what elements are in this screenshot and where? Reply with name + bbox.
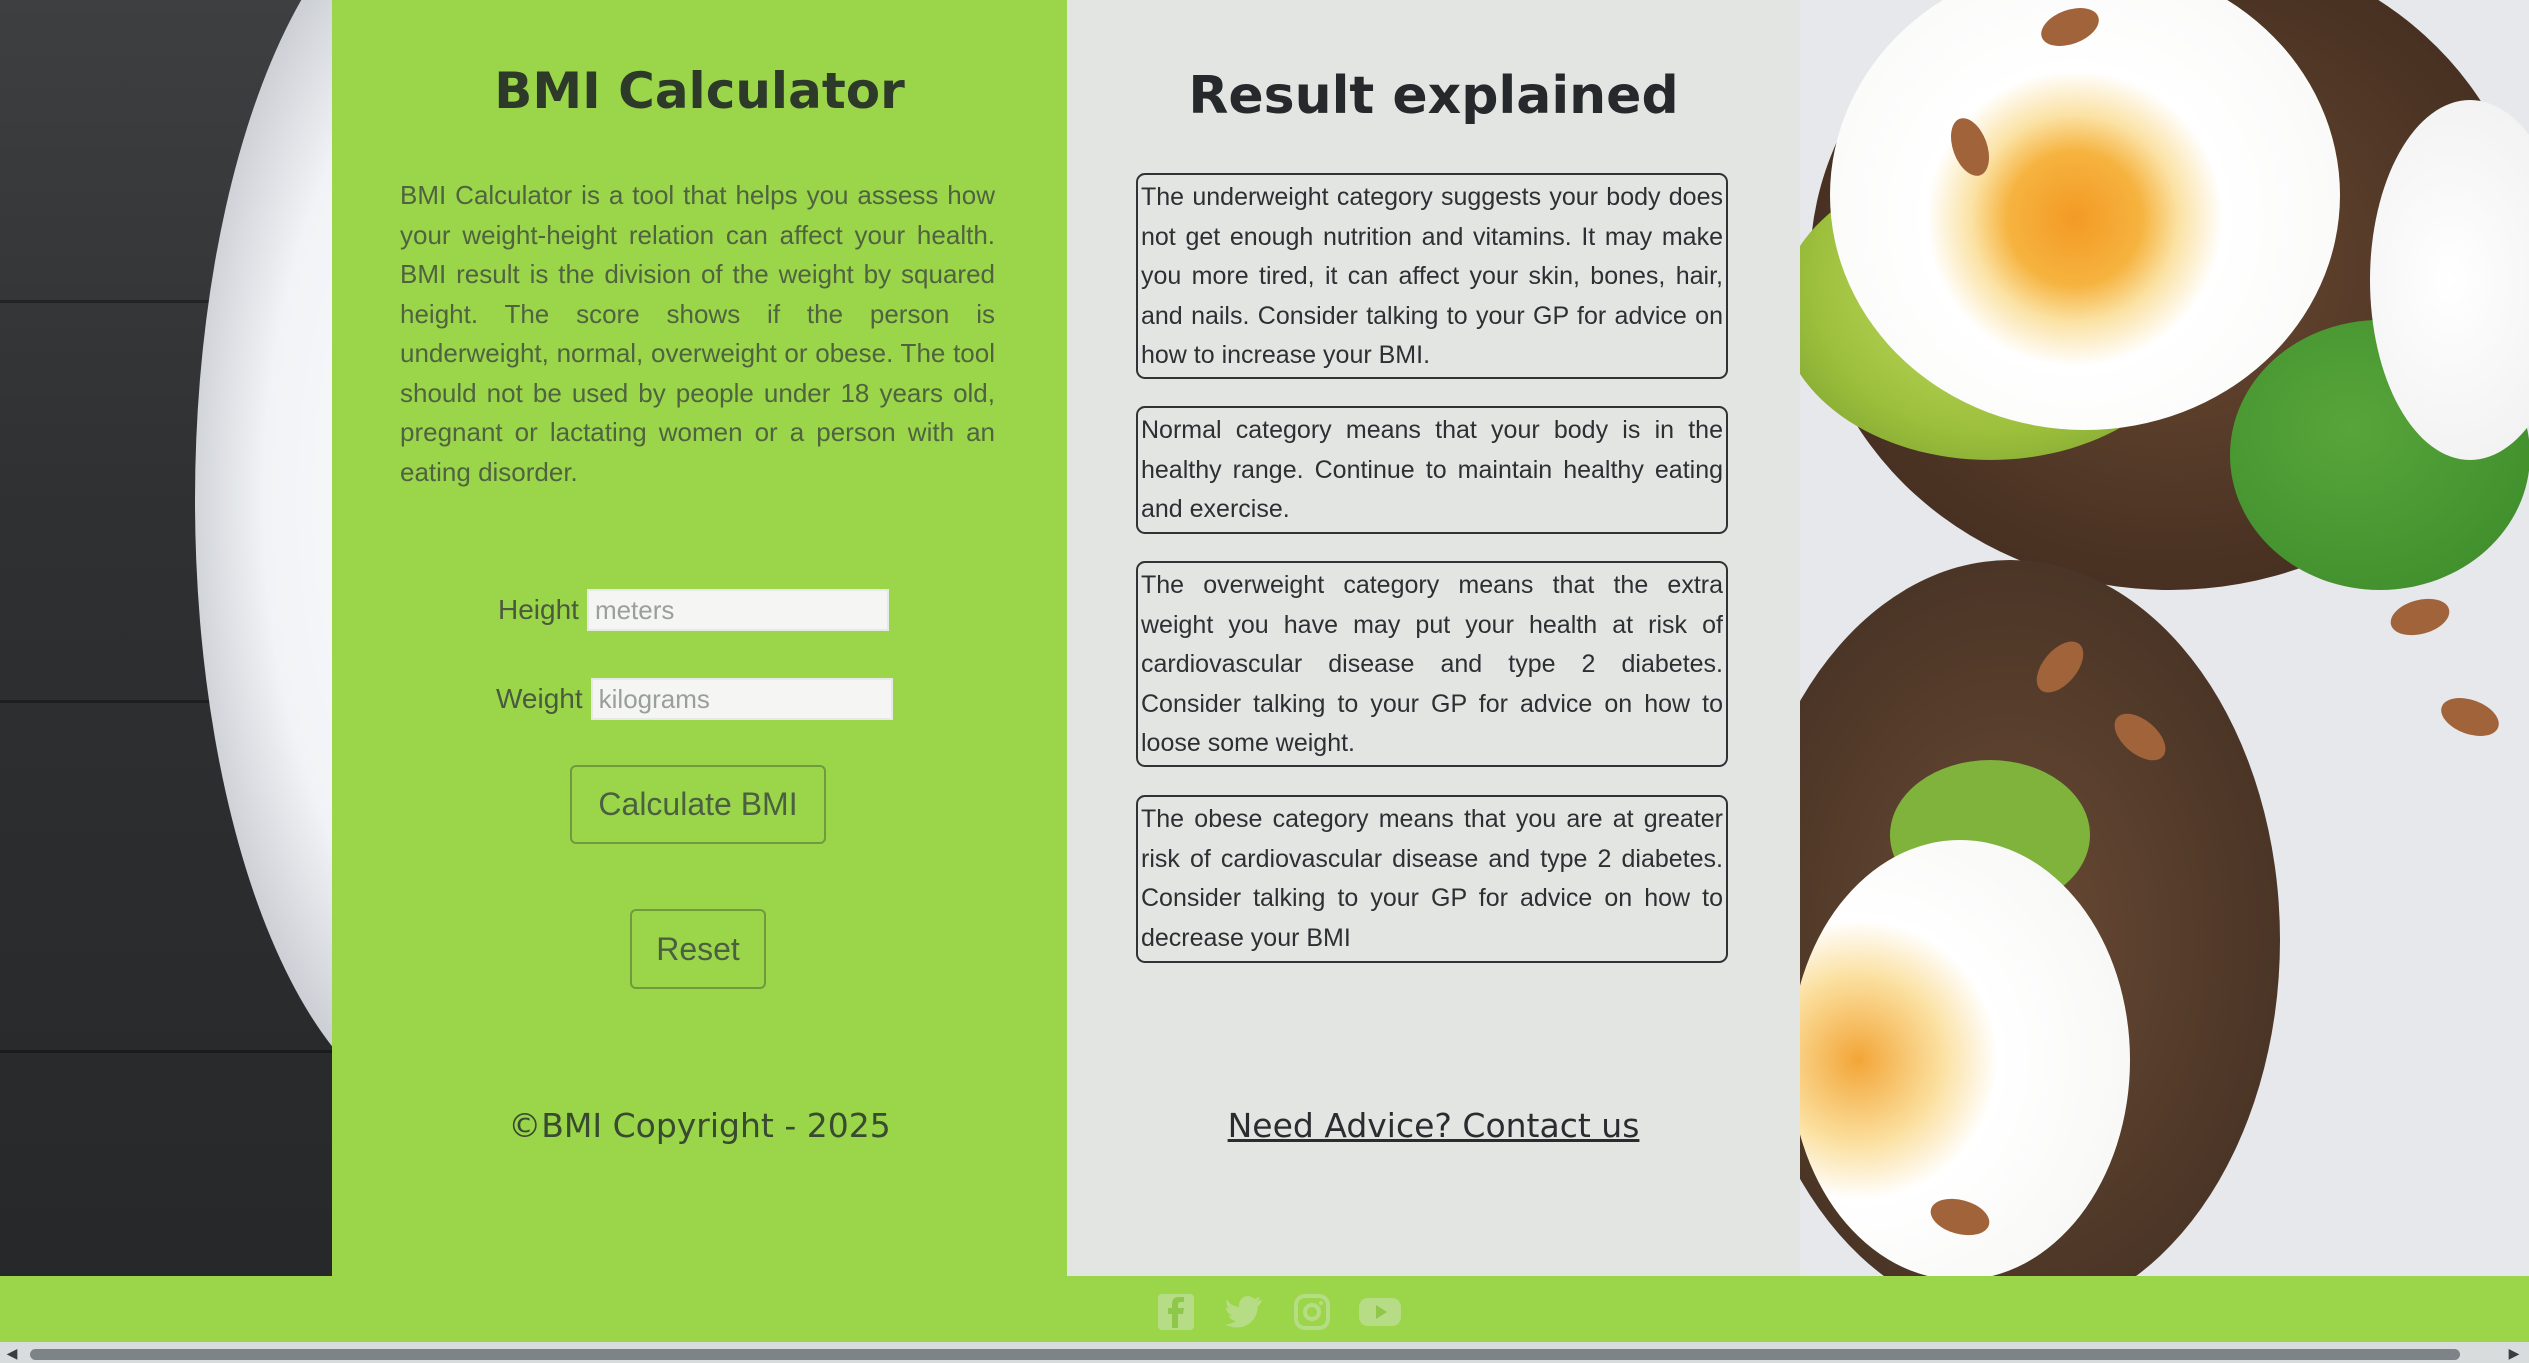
- underweight-explanation: The underweight category suggests your b…: [1136, 173, 1728, 379]
- seed: [2435, 690, 2505, 744]
- twitter-glyph: [1225, 1296, 1262, 1328]
- weight-label: Weight: [496, 683, 583, 714]
- copyright-text: ©BMI Copyright - 2025: [508, 1106, 891, 1145]
- weight-input[interactable]: [590, 678, 893, 720]
- contact-link[interactable]: Need Advice? Contact us: [1067, 1106, 1800, 1145]
- bmi-page: BMI Calculator BMI Calculator is a tool …: [0, 0, 2529, 1363]
- seed: [2386, 592, 2454, 642]
- scroll-right-icon[interactable]: ▶: [2506, 1346, 2522, 1362]
- youtube-glyph: [1359, 1298, 1401, 1326]
- footer: [0, 1276, 2529, 1342]
- weight-row: Weight: [496, 675, 893, 723]
- calculator-title: BMI Calculator: [494, 62, 905, 120]
- wood-plate-photo: [0, 0, 332, 1276]
- plate-rim: [195, 0, 332, 1120]
- scroll-left-icon[interactable]: ◀: [4, 1346, 20, 1362]
- horizontal-scrollbar[interactable]: ◀ ▶: [0, 1342, 2529, 1363]
- wood-plank-divider: [0, 1050, 332, 1053]
- calculator-panel: BMI Calculator BMI Calculator is a tool …: [332, 0, 1067, 1276]
- egg-toast-photo: [1800, 0, 2529, 1276]
- height-row: Height: [498, 586, 889, 634]
- facebook-icon[interactable]: [1154, 1292, 1198, 1332]
- reset-button[interactable]: Reset: [630, 909, 766, 989]
- result-panel: Result explained The underweight categor…: [1067, 0, 1800, 1276]
- scrollbar-thumb[interactable]: [30, 1349, 2460, 1360]
- height-input[interactable]: [586, 589, 889, 631]
- height-label: Height: [498, 594, 579, 625]
- normal-explanation: Normal category means that your body is …: [1136, 406, 1728, 534]
- social-icons: [1154, 1292, 1402, 1332]
- youtube-icon[interactable]: [1358, 1292, 1402, 1332]
- result-title: Result explained: [1188, 66, 1679, 126]
- instagram-icon[interactable]: [1290, 1292, 1334, 1332]
- facebook-glyph: [1158, 1294, 1194, 1330]
- calculator-intro: BMI Calculator is a tool that helps you …: [400, 180, 995, 487]
- overweight-explanation: The overweight category means that the e…: [1136, 561, 1728, 767]
- twitter-icon[interactable]: [1222, 1292, 1266, 1332]
- calculate-bmi-button[interactable]: Calculate BMI: [570, 765, 826, 844]
- instagram-glyph: [1294, 1294, 1330, 1330]
- obese-explanation: The obese category means that you are at…: [1136, 795, 1728, 963]
